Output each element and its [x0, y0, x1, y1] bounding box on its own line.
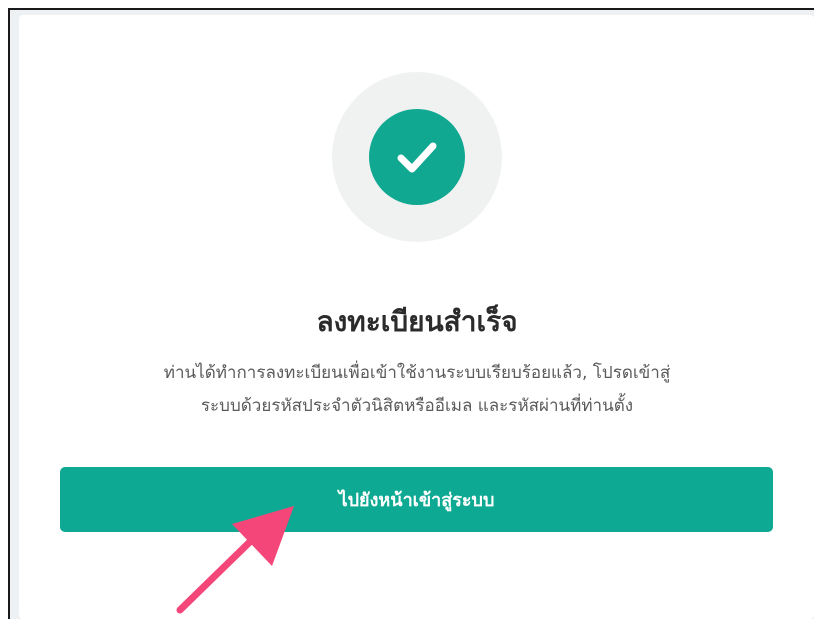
success-message-line-1: ท่านได้ทำการลงทะเบียนเพื่อเข้าใช้งานระบบ… — [163, 363, 671, 383]
go-to-login-button-label: ไปยังหน้าเข้าสู่ระบบ — [338, 490, 495, 511]
go-to-login-button[interactable]: ไปยังหน้าเข้าสู่ระบบ — [60, 467, 773, 532]
check-circle-icon — [369, 109, 465, 205]
page-title: ลงทะเบียนสำเร็จ — [316, 305, 518, 338]
success-message: ท่านได้ทำการลงทะเบียนเพื่อเข้าใช้งานระบบ… — [60, 357, 774, 423]
success-message-line-2: ระบบด้วยรหัสประจำตัวนิสิตหรืออีเมล และรห… — [200, 396, 634, 416]
checkmark-icon — [397, 142, 437, 173]
